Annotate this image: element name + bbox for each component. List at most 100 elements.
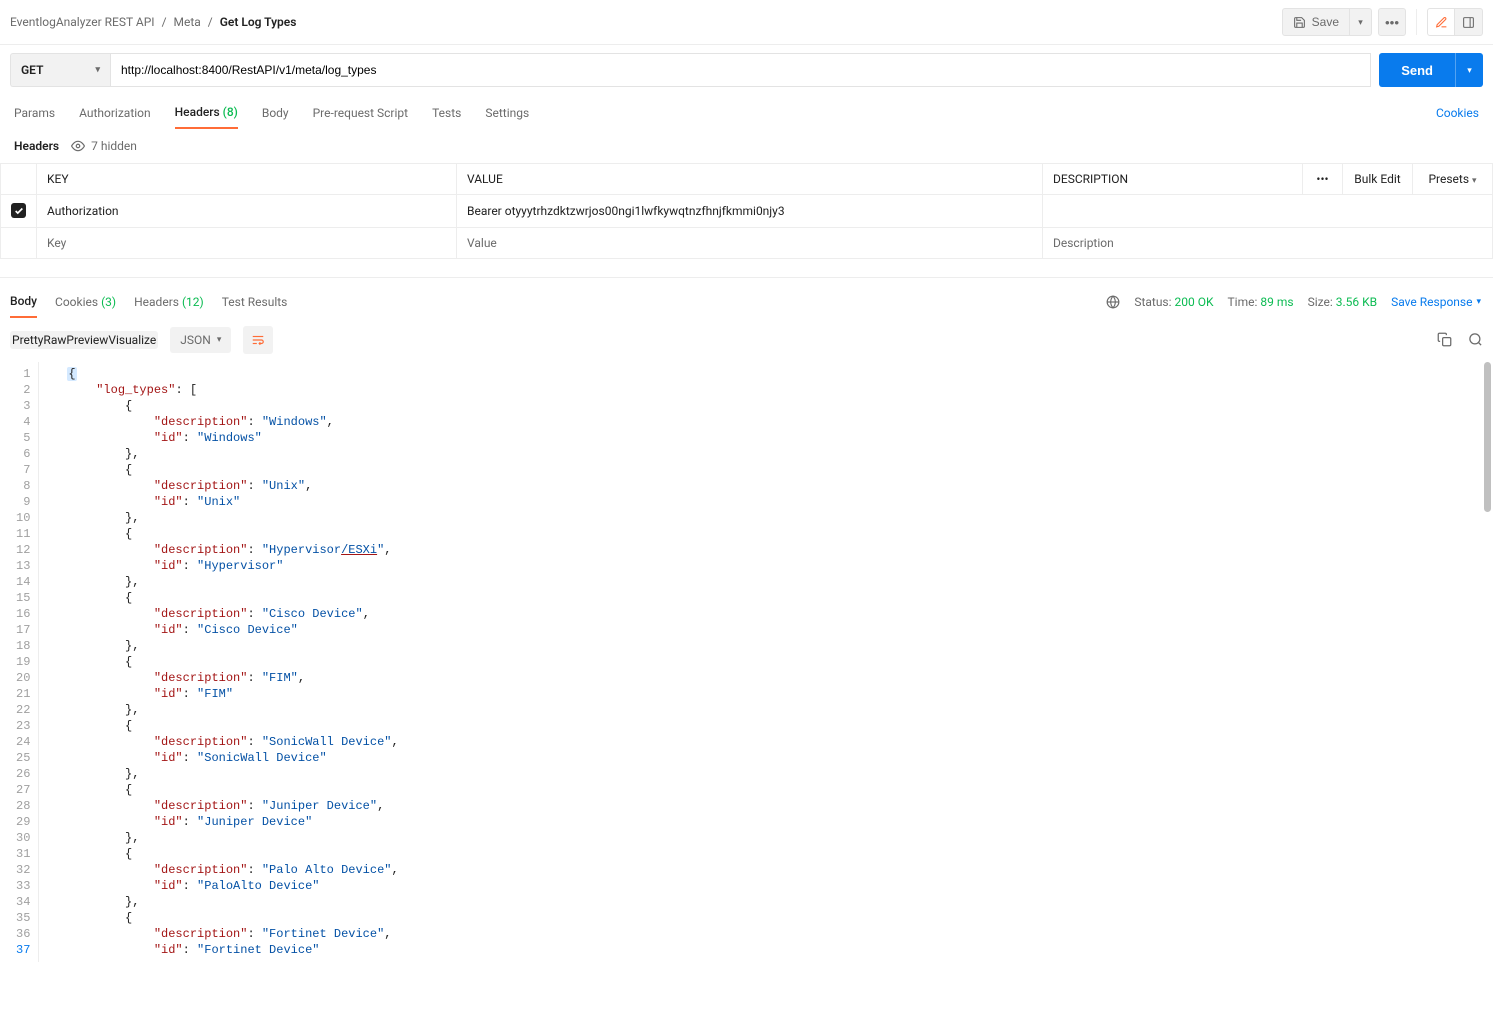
more-actions-button[interactable]: ••• [1378, 8, 1406, 36]
language-select[interactable]: JSON ▾ [170, 327, 231, 353]
size-text[interactable]: Size: 3.56 KB [1308, 295, 1378, 309]
chevron-down-icon: ▾ [217, 335, 222, 345]
col-key: KEY [37, 164, 457, 195]
checkbox-checked-icon [11, 203, 26, 218]
send-options-button[interactable]: ▾ [1455, 53, 1483, 87]
status-value: 200 OK [1175, 295, 1214, 309]
header-desc-cell[interactable] [1043, 195, 1493, 228]
breadcrumb-mid[interactable]: Meta [174, 15, 201, 29]
comment-button[interactable] [1427, 8, 1455, 36]
save-chevron-button[interactable]: ▾ [1350, 8, 1372, 36]
col-value: VALUE [457, 164, 1043, 195]
status-text[interactable]: Status: 200 OK [1134, 295, 1213, 309]
format-row: Pretty Raw Preview Visualize JSON ▾ [0, 318, 1493, 362]
breadcrumb: EventlogAnalyzer REST API / Meta / Get L… [10, 15, 296, 29]
key-placeholder-cell[interactable]: Key [37, 227, 457, 258]
save-response-button[interactable]: Save Response ▾ [1391, 295, 1481, 309]
status-block: Status: 200 OK Time: 89 ms Size: 3.56 KB… [1106, 295, 1481, 309]
request-url-input[interactable] [110, 53, 1371, 87]
resp-headers-label: Headers [134, 295, 179, 309]
tab-headers[interactable]: Headers (8) [175, 97, 238, 129]
desc-placeholder-cell[interactable]: Description [1043, 227, 1493, 258]
view-raw[interactable]: Raw [43, 333, 66, 347]
tab-settings[interactable]: Settings [485, 98, 529, 128]
send-group: Send ▾ [1379, 53, 1483, 87]
breadcrumb-sep: / [162, 15, 167, 29]
pencil-icon [1435, 16, 1448, 29]
network-icon[interactable] [1106, 295, 1120, 309]
header-key-cell[interactable]: Authorization [37, 195, 457, 228]
checkbox-header [1, 164, 37, 195]
time-value: 89 ms [1260, 295, 1293, 309]
response-bar: Body Cookies (3) Headers (12) Test Resul… [0, 277, 1493, 318]
row-checkbox-cell[interactable] [1, 227, 37, 258]
table-row-empty: Key Value Description [1, 227, 1493, 258]
time-text[interactable]: Time: 89 ms [1228, 295, 1294, 309]
headers-subrow: Headers 7 hidden [0, 129, 1493, 163]
chevron-down-icon: ▾ [1472, 176, 1477, 186]
tab-prerequest[interactable]: Pre-request Script [313, 98, 408, 128]
resp-cookies-count: (3) [101, 295, 116, 309]
tab-body[interactable]: Body [262, 98, 289, 128]
breadcrumb-sep: / [208, 15, 213, 29]
breadcrumb-current: Get Log Types [220, 15, 297, 29]
language-label: JSON [180, 333, 211, 347]
table-header-row: KEY VALUE DESCRIPTION ••• Bulk Edit Pres… [1, 164, 1493, 195]
divider [1416, 9, 1417, 35]
view-visualize[interactable]: Visualize [108, 333, 156, 347]
wrap-icon [251, 333, 265, 347]
resp-tab-headers[interactable]: Headers (12) [134, 287, 204, 317]
response-tools [1437, 332, 1483, 347]
http-method-select[interactable]: GET ▾ [10, 53, 110, 87]
tab-headers-label: Headers [175, 105, 220, 119]
tab-headers-count: (8) [223, 105, 238, 119]
send-button[interactable]: Send [1379, 53, 1455, 87]
chevron-down-icon: ▾ [1476, 297, 1481, 307]
save-group: Save ▾ [1282, 8, 1372, 36]
chevron-down-icon: ▾ [95, 65, 100, 75]
view-mode-group: Pretty Raw Preview Visualize [10, 331, 158, 349]
breadcrumb-root[interactable]: EventlogAnalyzer REST API [10, 15, 155, 29]
code-content: { "log_types": [ { "description": "Windo… [39, 362, 398, 962]
presets-label: Presets [1428, 172, 1469, 186]
resp-headers-count: (12) [182, 295, 204, 309]
docs-pane-button[interactable] [1455, 8, 1483, 36]
doc-panel-group [1427, 8, 1483, 36]
chevron-down-icon: ▾ [1467, 65, 1472, 76]
bulk-edit-button[interactable]: Bulk Edit [1343, 164, 1413, 195]
response-body-editor[interactable]: 1234567891011121314151617181920212223242… [0, 362, 1493, 962]
scrollbar-thumb[interactable] [1484, 362, 1491, 512]
tab-tests[interactable]: Tests [432, 98, 461, 128]
save-button[interactable]: Save [1282, 8, 1350, 36]
view-preview[interactable]: Preview [66, 333, 108, 347]
hidden-headers-toggle[interactable]: 7 hidden [71, 139, 137, 153]
save-icon [1293, 16, 1306, 29]
header-value-cell[interactable]: Bearer otyyytrhzdktzwrjos00ngi1lwfkywqtn… [457, 195, 1043, 228]
search-button[interactable] [1468, 332, 1483, 347]
request-tabs: Params Authorization Headers (8) Body Pr… [0, 95, 1493, 129]
request-row: GET ▾ Send ▾ [0, 45, 1493, 95]
row-checkbox-cell[interactable] [1, 195, 37, 228]
save-response-label: Save Response [1391, 295, 1472, 309]
headers-table: KEY VALUE DESCRIPTION ••• Bulk Edit Pres… [0, 163, 1493, 259]
value-placeholder-cell[interactable]: Value [457, 227, 1043, 258]
tab-params[interactable]: Params [14, 98, 55, 128]
size-value: 3.56 KB [1336, 295, 1377, 309]
col-options[interactable]: ••• [1303, 164, 1343, 195]
more-icon: ••• [1385, 15, 1399, 30]
tab-authorization[interactable]: Authorization [79, 98, 151, 128]
headers-label: Headers [14, 139, 59, 153]
resp-tab-cookies[interactable]: Cookies (3) [55, 287, 116, 317]
col-description: DESCRIPTION [1043, 164, 1303, 195]
view-pretty[interactable]: Pretty [12, 333, 43, 347]
cookies-link[interactable]: Cookies [1436, 106, 1479, 120]
presets-button[interactable]: Presets ▾ [1413, 164, 1493, 195]
top-bar: EventlogAnalyzer REST API / Meta / Get L… [0, 0, 1493, 45]
chevron-down-icon: ▾ [1358, 17, 1363, 28]
resp-tab-testresults[interactable]: Test Results [222, 287, 288, 317]
panel-icon [1462, 16, 1475, 29]
wrap-lines-button[interactable] [243, 326, 273, 354]
copy-button[interactable] [1437, 332, 1452, 347]
resp-tab-body[interactable]: Body [10, 286, 37, 318]
resp-cookies-label: Cookies [55, 295, 98, 309]
